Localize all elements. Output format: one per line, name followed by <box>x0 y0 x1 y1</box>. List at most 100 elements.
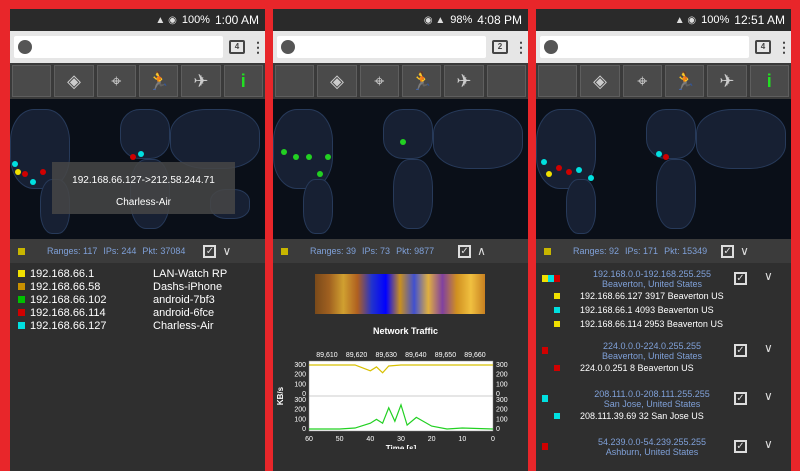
checkbox-icon[interactable]: ✓ <box>458 244 472 258</box>
locate-icon[interactable]: ⌖ <box>622 65 662 97</box>
checkbox-icon[interactable]: ✓ <box>734 344 747 357</box>
y-tick-label: 300 <box>294 397 306 404</box>
runner-icon[interactable]: 🏃 <box>664 65 705 97</box>
range-group[interactable]: 54.239.0.0-54.239.255.255 Ashburn, Unite… <box>542 437 785 467</box>
range-group[interactable]: 192.168.0.0-192.168.255.255 Beaverton, U… <box>542 269 785 331</box>
tooltip: 192.168.66.127->212.58.244.71 Charless-A… <box>52 162 235 214</box>
list-item[interactable]: 192.168.66.102 android-7bf3 <box>18 293 257 306</box>
top-tick-label: 89,650 <box>435 352 457 359</box>
info-icon[interactable]: i <box>223 65 263 97</box>
y-tick-label: 200 <box>496 407 508 414</box>
airplane-icon[interactable]: ✈ <box>181 65 221 97</box>
host-color-square <box>554 365 560 371</box>
ranges-count: Ranges: 39 <box>310 246 357 256</box>
top-tick-label: 89,620 <box>346 352 368 359</box>
tabs-button[interactable]: 4 <box>755 40 771 54</box>
chevron-up-icon[interactable]: ∧ <box>477 244 486 258</box>
range-group[interactable]: 224.0.0.0-224.0.255.255 Beaverton, Unite… <box>542 341 785 389</box>
y-tick-label: 300 <box>496 362 508 369</box>
host-ip: 192.168.66.1 <box>30 267 95 280</box>
phone-1: ▲ ◉ 100% 1:00 AM 4 ⋮ ◈ ⌖ 🏃 ✈ i 192.168.6… <box>10 9 265 471</box>
range-ip: 224.0.0.0-224.0.255.255 <box>602 341 702 351</box>
blank-button[interactable] <box>12 65 52 97</box>
host-entry: 192.168.66.114 2953 Beaverton US <box>580 319 723 329</box>
world-map[interactable]: 192.168.66.127->212.58.244.71 Charless-A… <box>10 99 265 239</box>
x-tick-label: 30 <box>397 436 405 443</box>
status-bar: ▲ ◉ 100% 1:00 AM <box>10 9 265 31</box>
top-tick-label: 89,630 <box>375 352 397 359</box>
phone-2: ◉ ▲ 98% 4:08 PM 2 ⋮ ◈ ⌖ 🏃 ✈ Ranges: 39 I… <box>273 9 528 471</box>
url-input[interactable] <box>14 36 223 58</box>
blank-button[interactable] <box>486 65 526 97</box>
menu-icon[interactable]: ⋮ <box>514 40 528 54</box>
range-location: San Jose, United States <box>603 399 701 409</box>
ips-count: IPs: 73 <box>362 246 391 256</box>
y-tick-label: 0 <box>302 426 306 433</box>
range-header: 224.0.0.0-224.0.255.255 Beaverton, Unite… <box>572 341 732 361</box>
range-header: 54.239.0.0-54.239.255.255 Ashburn, Unite… <box>572 437 732 457</box>
blank-button[interactable] <box>275 65 315 97</box>
host-color-square <box>554 413 560 419</box>
info-icon[interactable]: i <box>749 65 789 97</box>
chevron-down-icon[interactable]: ∨ <box>764 269 773 283</box>
clock: 1:00 AM <box>214 13 259 27</box>
host-entry: 192.168.66.1 4093 Beaverton US <box>580 305 714 315</box>
layers-icon[interactable]: ◈ <box>54 65 94 97</box>
airplane-icon[interactable]: ✈ <box>707 65 747 97</box>
host-color-square <box>554 293 560 299</box>
locate-icon[interactable]: ⌖ <box>96 65 136 97</box>
world-map[interactable] <box>273 99 528 239</box>
chevron-down-icon[interactable]: ∨ <box>764 437 773 451</box>
clock: 12:51 AM <box>734 13 785 27</box>
chevron-down-icon[interactable]: ∨ <box>740 244 749 258</box>
list-item[interactable]: 192.168.66.58 Dashs-iPhone <box>18 280 257 293</box>
host-color-square <box>554 275 560 282</box>
y-tick-label: 100 <box>496 381 508 388</box>
chevron-down-icon[interactable]: ∨ <box>764 341 773 355</box>
layers-icon[interactable]: ◈ <box>580 65 620 97</box>
pkt-count: Pkt: 15349 <box>664 246 708 256</box>
y-tick-label: 200 <box>294 407 306 414</box>
y-tick-label: 100 <box>496 416 508 423</box>
chevron-down-icon[interactable]: ∨ <box>764 389 773 403</box>
list-item[interactable]: 192.168.66.127 Charless-Air <box>18 319 257 332</box>
world-map[interactable] <box>536 99 791 239</box>
browser-bar: 4 ⋮ <box>536 31 791 63</box>
status-bar: ▲ ◉ 100% 12:51 AM <box>536 9 791 31</box>
tooltip-connection: 192.168.66.127->212.58.244.71 <box>72 175 215 186</box>
checkbox-icon[interactable]: ✓ <box>734 272 747 285</box>
menu-icon[interactable]: ⋮ <box>251 40 265 54</box>
x-tick-label: 10 <box>458 436 466 443</box>
checkbox-icon[interactable]: ✓ <box>203 244 217 258</box>
tabs-button[interactable]: 2 <box>492 40 508 54</box>
chevron-down-icon[interactable]: ∨ <box>222 244 231 258</box>
locate-icon[interactable]: ⌖ <box>359 65 399 97</box>
checkbox-icon[interactable]: ✓ <box>734 392 747 405</box>
status-bar: ◉ ▲ 98% 4:08 PM <box>273 9 528 31</box>
list-item[interactable]: 192.168.66.114 android-6fce <box>18 306 257 319</box>
checkbox-icon[interactable]: ✓ <box>721 244 735 258</box>
url-input[interactable] <box>540 36 749 58</box>
range-group[interactable]: 208.111.0.0-208.111.255.255 San Jose, Un… <box>542 389 785 437</box>
range-header: 192.168.0.0-192.168.255.255 Beaverton, U… <box>572 269 732 289</box>
airplane-icon[interactable]: ✈ <box>444 65 484 97</box>
range-location: Ashburn, United States <box>605 447 699 457</box>
clock: 4:08 PM <box>477 13 522 27</box>
list-item[interactable]: 192.168.66.1 LAN-Watch RP <box>18 267 257 280</box>
browser-bar: 4 ⋮ <box>10 31 265 63</box>
checkbox-icon[interactable]: ✓ <box>734 440 747 453</box>
toolbar: ◈ ⌖ 🏃 ✈ i <box>10 63 265 99</box>
runner-icon[interactable]: 🏃 <box>138 65 179 97</box>
host-color-square <box>18 296 25 303</box>
blank-button[interactable] <box>538 65 578 97</box>
host-color-square <box>18 322 25 329</box>
host-entry: 192.168.66.127 3917 Beaverton US <box>580 291 724 301</box>
runner-icon[interactable]: 🏃 <box>401 65 442 97</box>
menu-icon[interactable]: ⋮ <box>777 40 791 54</box>
url-input[interactable] <box>277 36 486 58</box>
tabs-button[interactable]: 4 <box>229 40 245 54</box>
signal-icon: ▲ ◉ <box>155 14 177 26</box>
x-tick-label: 20 <box>428 436 436 443</box>
host-color-square <box>542 395 548 402</box>
layers-icon[interactable]: ◈ <box>317 65 357 97</box>
